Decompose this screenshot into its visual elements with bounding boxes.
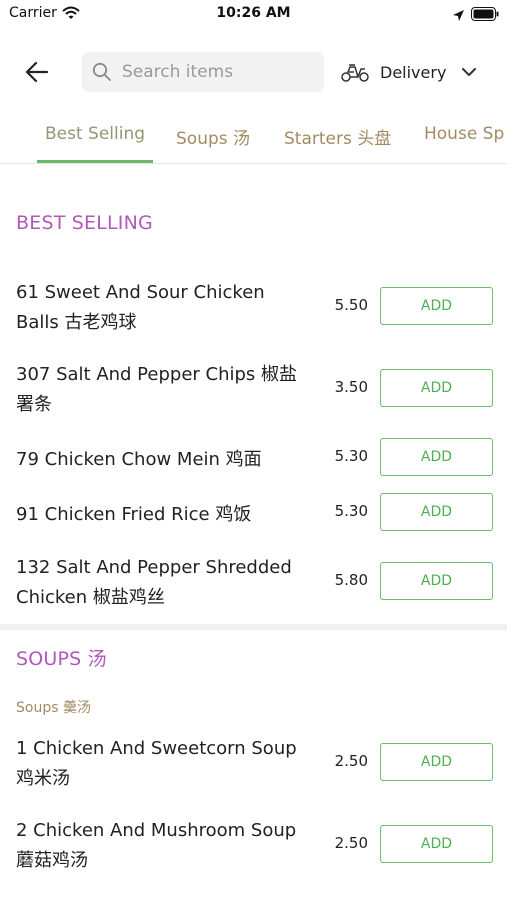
- tab-house-specials[interactable]: House Sp: [424, 124, 504, 144]
- back-button[interactable]: [20, 56, 54, 88]
- add-button[interactable]: ADD: [380, 287, 493, 325]
- section-title-best-selling: BEST SELLING: [16, 212, 153, 234]
- add-button[interactable]: ADD: [380, 743, 493, 781]
- item-price: 5.30: [334, 502, 368, 520]
- status-time: 10:26 AM: [216, 5, 291, 21]
- item-name: 79 Chicken Chow Mein 鸡面: [16, 449, 262, 470]
- section-divider: [0, 624, 507, 630]
- item-name: 2 Chicken And Mushroom Soup 蘑菇鸡汤: [16, 820, 297, 871]
- item-price: 2.50: [334, 834, 368, 852]
- item-name: 91 Chicken Fried Rice 鸡饭: [16, 504, 252, 525]
- scooter-icon: [341, 64, 369, 82]
- section-title-soups: SOUPS 汤: [16, 648, 107, 670]
- add-button[interactable]: ADD: [380, 438, 493, 476]
- delivery-label: Delivery: [380, 62, 447, 82]
- add-button[interactable]: ADD: [380, 562, 493, 600]
- add-button[interactable]: ADD: [380, 825, 493, 863]
- subcategory-title-soups: Soups 羹汤: [16, 700, 91, 716]
- active-tab-indicator: [37, 160, 153, 163]
- item-name: 132 Salt And Pepper Shredded Chicken 椒盐鸡…: [16, 557, 292, 608]
- add-button[interactable]: ADD: [380, 493, 493, 531]
- delivery-mode-select[interactable]: Delivery: [340, 56, 477, 88]
- item-price: 5.50: [334, 296, 368, 314]
- tab-best-selling[interactable]: Best Selling: [45, 124, 145, 144]
- tab-soups[interactable]: Soups 汤: [176, 124, 250, 149]
- item-price: 5.80: [334, 571, 368, 589]
- item-price: 2.50: [334, 752, 368, 770]
- item-name: 61 Sweet And Sour Chicken Balls 古老鸡球: [16, 282, 265, 333]
- back-arrow-icon: [25, 61, 49, 83]
- category-tabs: Best Selling Soups 汤 Starters 头盘 House S…: [0, 112, 507, 164]
- location-arrow-icon: [452, 7, 465, 26]
- search-box[interactable]: [82, 52, 324, 92]
- search-input[interactable]: [122, 62, 312, 82]
- tab-starters[interactable]: Starters 头盘: [284, 124, 391, 149]
- item-name: 1 Chicken And Sweetcorn Soup 鸡米汤: [16, 738, 297, 789]
- add-button[interactable]: ADD: [380, 369, 493, 407]
- item-price: 3.50: [334, 378, 368, 396]
- search-icon: [92, 62, 111, 81]
- chevron-down-icon: [462, 67, 477, 76]
- item-price: 5.30: [334, 447, 368, 465]
- status-bar: Carrier 10:26 AM: [0, 0, 507, 30]
- item-name: 307 Salt And Pepper Chips 椒盐署条: [16, 364, 298, 415]
- battery-icon: [471, 6, 499, 25]
